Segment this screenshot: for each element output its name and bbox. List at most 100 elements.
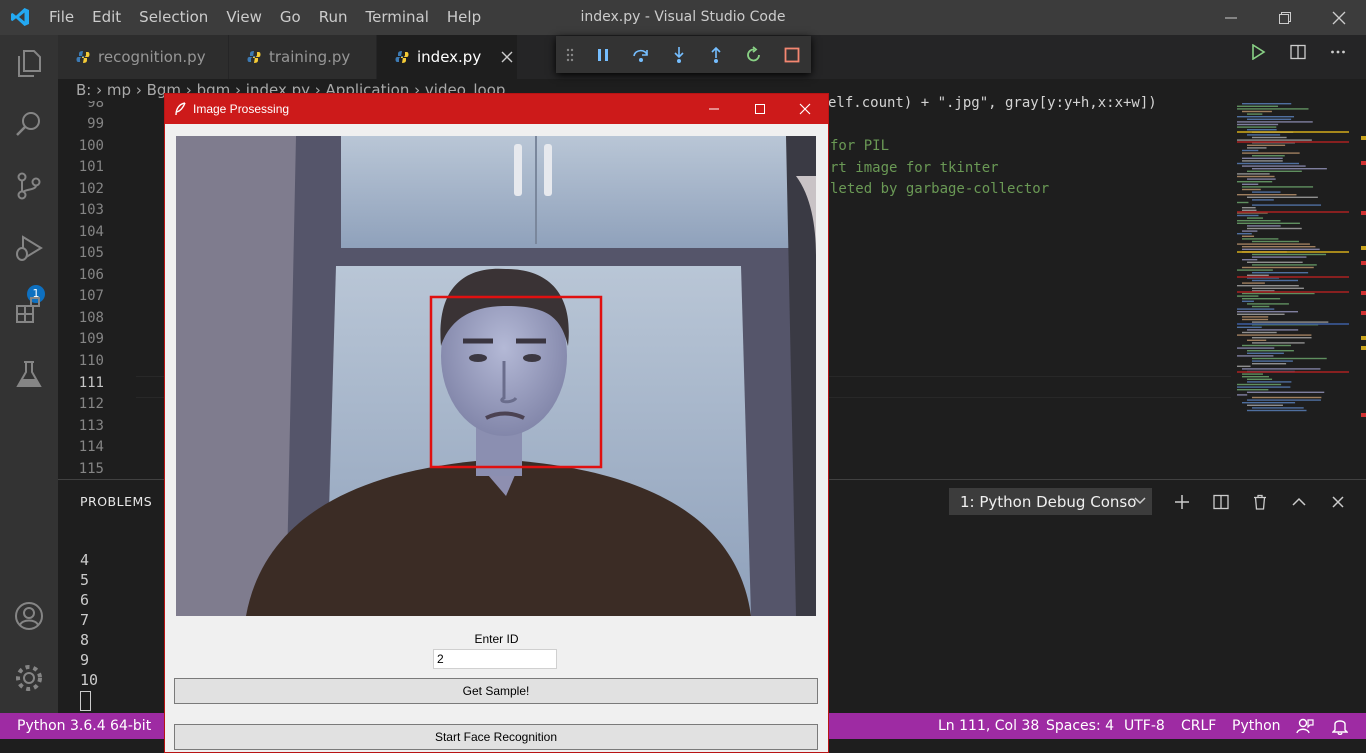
restore-button[interactable] bbox=[1258, 0, 1312, 35]
minimize-button[interactable] bbox=[1204, 0, 1258, 35]
feedback-icon[interactable] bbox=[1296, 718, 1314, 734]
minimap-line bbox=[1247, 399, 1321, 401]
debug-console-select[interactable]: 1: Python Debug Conso bbox=[949, 488, 1152, 515]
drag-handle[interactable] bbox=[556, 36, 584, 73]
cursor-position[interactable]: Ln 111, Col 38 bbox=[938, 713, 1039, 739]
tk-close-button[interactable] bbox=[782, 94, 828, 124]
breadcrumb-drive[interactable]: B: bbox=[76, 81, 91, 99]
explorer-icon[interactable] bbox=[13, 47, 45, 79]
tab-recognition[interactable]: recognition.py bbox=[58, 35, 228, 79]
source-control-icon[interactable] bbox=[13, 170, 45, 202]
accounts-icon[interactable] bbox=[13, 600, 45, 632]
minimap-line bbox=[1237, 334, 1312, 336]
menu-edit[interactable]: Edit bbox=[83, 0, 130, 35]
minimize-icon bbox=[709, 108, 719, 110]
minimap-line bbox=[1237, 194, 1297, 196]
run-file-icon[interactable] bbox=[1250, 44, 1266, 60]
minimap-marker bbox=[1237, 371, 1349, 373]
step-over-button[interactable] bbox=[622, 36, 660, 73]
tab-index[interactable]: index.py bbox=[377, 35, 517, 79]
more-actions-icon[interactable] bbox=[1330, 44, 1346, 60]
extensions-icon[interactable] bbox=[13, 295, 45, 327]
code-line-98: elf.count) + ".jpg", gray[y:y+h,x:x+w]) bbox=[828, 95, 1157, 111]
minimap-marker bbox=[1237, 211, 1349, 213]
minimap-line bbox=[1242, 316, 1269, 318]
gear-icon[interactable] bbox=[13, 662, 45, 694]
minimap-line bbox=[1247, 339, 1267, 341]
maximize-panel-button[interactable] bbox=[1279, 488, 1318, 515]
menu-go[interactable]: Go bbox=[271, 0, 310, 35]
tab-training[interactable]: training.py bbox=[229, 35, 376, 79]
menu-view[interactable]: View bbox=[217, 0, 271, 35]
indentation[interactable]: Spaces: 4 bbox=[1046, 713, 1114, 739]
new-terminal-button[interactable] bbox=[1162, 488, 1201, 515]
breadcrumb-mp[interactable]: mp bbox=[107, 81, 131, 99]
minimap-line bbox=[1242, 292, 1315, 295]
tk-maximize-button[interactable] bbox=[737, 94, 783, 124]
line-number: 112 bbox=[78, 396, 104, 412]
testing-flask-icon[interactable] bbox=[13, 358, 45, 390]
line-ending[interactable]: CRLF bbox=[1181, 713, 1216, 739]
code-comment-102: leted by garbage-collector bbox=[830, 181, 1050, 197]
minimap-marker bbox=[1237, 141, 1349, 143]
minimap-line bbox=[1247, 378, 1273, 380]
minimap-line bbox=[1252, 136, 1287, 139]
minimap-line bbox=[1247, 303, 1289, 305]
minimap-line bbox=[1247, 134, 1281, 136]
line-number: 105 bbox=[78, 245, 104, 261]
search-icon[interactable] bbox=[13, 108, 45, 140]
clear-console-button[interactable] bbox=[1240, 488, 1279, 515]
minimap-line bbox=[1237, 121, 1313, 123]
minimap-line bbox=[1247, 170, 1302, 172]
start-face-recognition-button[interactable]: Start Face Recognition bbox=[174, 724, 818, 750]
split-editor-icon[interactable] bbox=[1290, 44, 1306, 60]
close-tab-icon[interactable] bbox=[501, 51, 513, 63]
minimap-line bbox=[1237, 394, 1248, 396]
restart-button[interactable] bbox=[735, 36, 773, 73]
minimap-line bbox=[1247, 404, 1283, 406]
menu-terminal[interactable]: Terminal bbox=[357, 0, 438, 35]
minimap-line bbox=[1247, 329, 1299, 331]
close-panel-button[interactable] bbox=[1318, 488, 1357, 515]
run-debug-icon[interactable] bbox=[13, 232, 45, 264]
minimap-canvas bbox=[1237, 103, 1366, 417]
minimap-line bbox=[1237, 162, 1300, 165]
menu-run[interactable]: Run bbox=[310, 0, 357, 35]
editor-actions bbox=[1238, 44, 1358, 60]
menu-selection[interactable]: Selection bbox=[130, 0, 217, 35]
minimap-line bbox=[1247, 118, 1292, 120]
id-input[interactable]: 2 bbox=[433, 649, 557, 669]
pause-button[interactable] bbox=[584, 36, 622, 73]
minimap-line bbox=[1242, 209, 1257, 211]
step-into-button[interactable] bbox=[660, 36, 698, 73]
panel-tab-problems[interactable]: PROBLEMS bbox=[80, 494, 152, 509]
stop-icon bbox=[784, 47, 800, 62]
close-window-button[interactable] bbox=[1312, 0, 1366, 35]
tk-minimize-button[interactable] bbox=[691, 94, 737, 124]
enter-id-label: Enter ID bbox=[474, 632, 519, 646]
minimap-line bbox=[1242, 165, 1306, 167]
python-file-icon bbox=[395, 51, 409, 63]
console-select-value: 1: Python Debug Conso bbox=[960, 493, 1137, 511]
minimap-line bbox=[1252, 256, 1307, 258]
minimap-line bbox=[1237, 181, 1273, 183]
minimap-line bbox=[1242, 248, 1320, 250]
get-sample-button[interactable]: Get Sample! bbox=[174, 678, 818, 704]
encoding[interactable]: UTF-8 bbox=[1124, 713, 1165, 739]
bell-icon[interactable] bbox=[1332, 717, 1348, 735]
python-interpreter[interactable]: Python 3.6.4 64-bit bbox=[17, 713, 151, 739]
minimap-line bbox=[1242, 282, 1265, 284]
minimap-line bbox=[1242, 235, 1255, 237]
line-number: 107 bbox=[78, 288, 104, 304]
split-panel-button[interactable] bbox=[1201, 488, 1240, 515]
language-mode[interactable]: Python bbox=[1232, 713, 1281, 739]
minimap-line bbox=[1237, 389, 1269, 391]
menu-file[interactable]: File bbox=[40, 0, 83, 35]
step-out-button[interactable] bbox=[697, 36, 735, 73]
minimap-line bbox=[1252, 396, 1322, 399]
stop-button[interactable] bbox=[773, 36, 811, 73]
menu-help[interactable]: Help bbox=[438, 0, 490, 35]
minimap[interactable] bbox=[1233, 101, 1366, 479]
step-over-icon bbox=[632, 49, 648, 62]
line-number: 100 bbox=[78, 138, 104, 154]
